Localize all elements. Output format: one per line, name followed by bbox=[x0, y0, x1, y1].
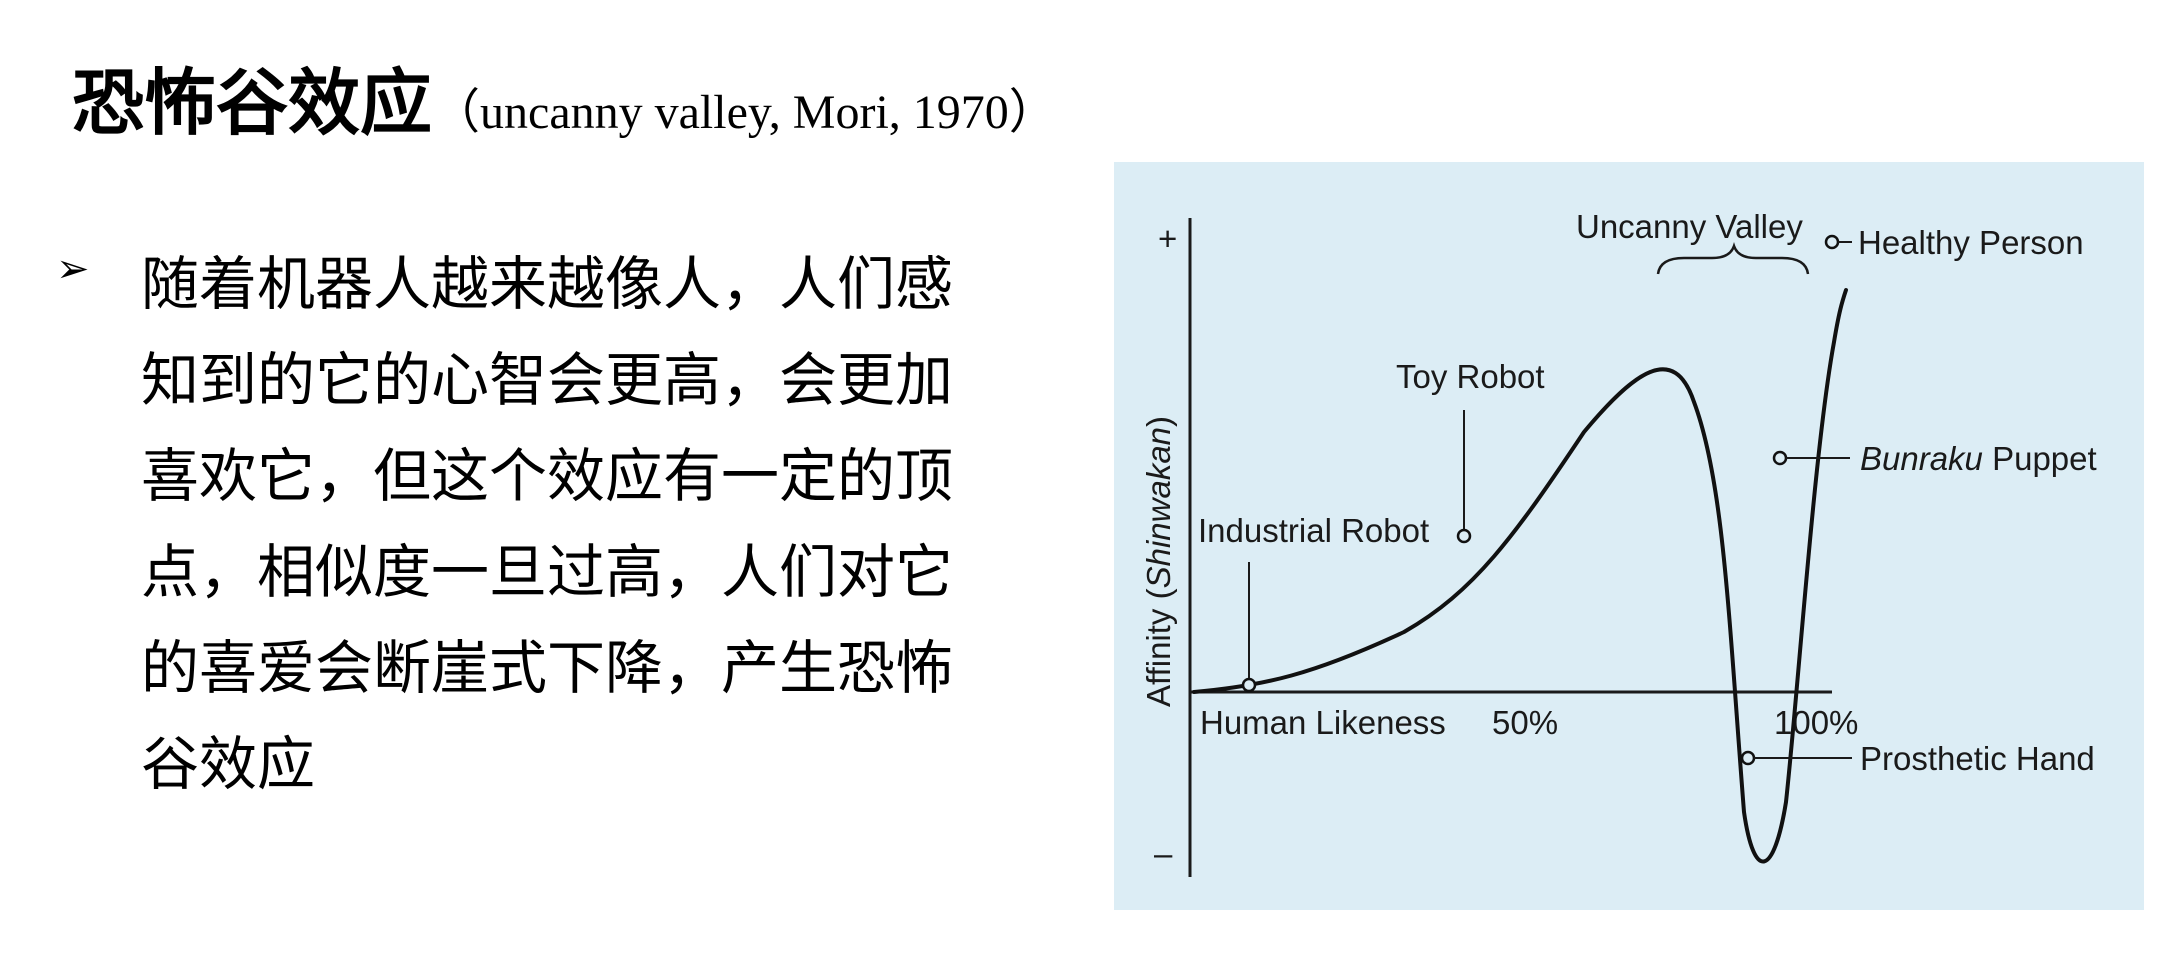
bullet-text: 随着机器人越来越像人，人们感知到的它的心智会更高，会更加喜欢它，但这个效应有一定… bbox=[141, 250, 954, 798]
healthy-person-label: Healthy Person bbox=[1858, 224, 2084, 261]
y-axis-plus-marker: + bbox=[1158, 220, 1177, 257]
prosthetic-hand-point bbox=[1740, 750, 1756, 766]
toy-robot-point bbox=[1456, 528, 1472, 544]
industrial-robot-point bbox=[1241, 677, 1257, 693]
title-main: 恐怖谷效应 bbox=[72, 60, 433, 145]
prosthetic-hand-label: Prosthetic Hand bbox=[1860, 740, 2095, 777]
slide-title: 恐怖谷效应（uncanny valley, Mori, 1970） bbox=[72, 44, 1057, 149]
uncanny-valley-figure: + – Affinity (Shinwakan) Human Likeness … bbox=[1114, 162, 2144, 910]
industrial-robot-label: Industrial Robot bbox=[1198, 512, 1429, 549]
uncanny-valley-brace bbox=[1656, 242, 1810, 275]
bunraku-puppet-point bbox=[1772, 450, 1788, 466]
x-tick-50: 50% bbox=[1492, 704, 1558, 741]
arrowhead-bullet-icon: ➢ bbox=[56, 246, 90, 292]
healthy-person-point bbox=[1824, 234, 1840, 250]
x-tick-100: 100% bbox=[1774, 704, 1858, 741]
title-subtitle: （uncanny valley, Mori, 1970） bbox=[432, 86, 1057, 139]
toy-robot-label: Toy Robot bbox=[1396, 358, 1545, 395]
uncanny-valley-label: Uncanny Valley bbox=[1576, 208, 1803, 245]
x-axis-label: Human Likeness bbox=[1200, 704, 1446, 741]
bunraku-puppet-label: Bunraku Puppet bbox=[1860, 440, 2097, 477]
uncanny-valley-diagram: + – Affinity (Shinwakan) Human Likeness … bbox=[1140, 208, 2097, 877]
y-axis-minus-marker: – bbox=[1154, 835, 1173, 872]
y-axis-label: Affinity (Shinwakan) bbox=[1140, 416, 1177, 707]
